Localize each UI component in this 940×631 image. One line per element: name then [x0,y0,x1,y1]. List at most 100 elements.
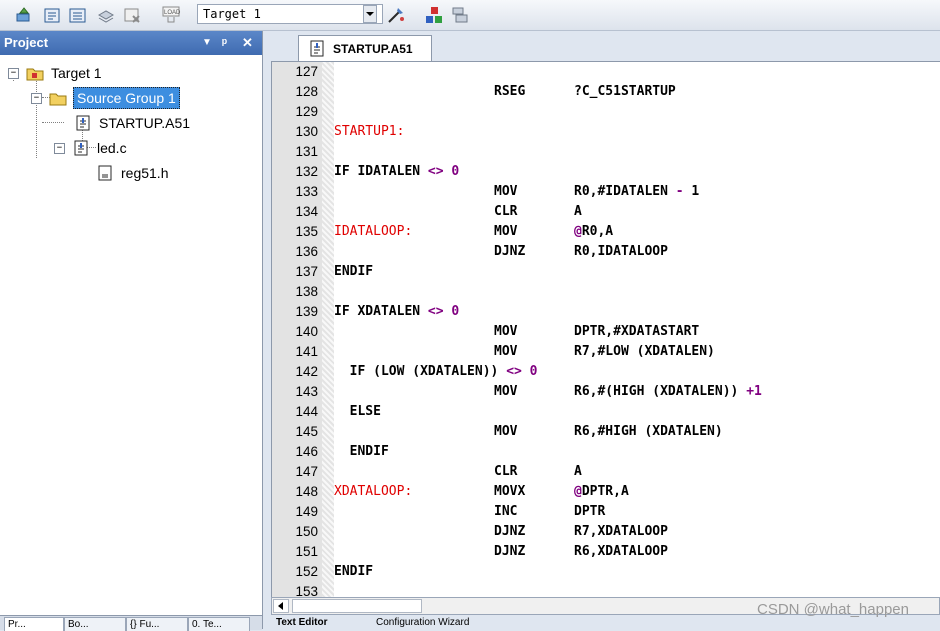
build-icon[interactable] [42,5,62,25]
code-label: ELSE [334,404,381,419]
code-label: IDATALOOP: [334,224,413,239]
line-number: 153 [295,584,318,598]
code-operand: R6,XDATALOOP [574,544,668,559]
editor-area: STARTUP.A51 127 128 RSEG ?C_C51STARTUP 129 13… [264,31,940,629]
code-line: 153 [272,582,932,598]
code-operand: R0,#IDATALEN - 1 [574,184,700,199]
code-mnemonic: RSEG [494,84,526,99]
manage-components-icon[interactable] [424,5,444,25]
toolbar: LOAD Target 1 [0,0,940,31]
target-options-icon[interactable] [386,5,406,25]
code-line: 129 [272,102,932,122]
code-line: 145 MOV R6,#HIGH (XDATALEN) [272,422,932,442]
code-line: 147 CLR A [272,462,932,482]
collapse-icon[interactable]: − [31,93,42,104]
stop-build-icon[interactable] [122,5,142,25]
line-number: 127 [295,64,318,79]
c-file-icon [74,140,88,156]
code-label: ENDIF [334,564,374,579]
code-mnemonic: MOV [494,224,518,239]
code-line: 132 IF IDATALEN <> 0 [272,162,932,182]
target-dropdown-button[interactable] [363,5,377,23]
target-icon [26,68,44,81]
code-operand: R7,XDATALOOP [574,524,668,539]
download-icon[interactable]: LOAD [161,5,181,25]
line-number: 151 [295,544,318,559]
code-mnemonic: INC [494,504,518,519]
line-number: 145 [295,424,318,439]
code-mnemonic: MOVX [494,484,526,499]
batch-build-icon[interactable] [96,5,116,25]
code-mnemonic: MOV [494,344,518,359]
rebuild-icon[interactable] [68,5,88,25]
code-line: 149 INC DPTR [272,502,932,522]
header-file-icon [98,165,112,181]
code-line: 136 DJNZ R0,IDATALOOP [272,242,932,262]
code-operand: A [574,464,582,479]
code-editor[interactable]: 127 128 RSEG ?C_C51STARTUP 129 130 STARTUP1: 13… [271,61,940,598]
code-line: 143 MOV R6,#(HIGH (XDATALEN)) +1 [272,382,932,402]
line-number: 142 [295,364,318,379]
select-packs-icon[interactable] [450,5,470,25]
code-label: IF (LOW (XDATALEN)) <> 0 [334,364,538,379]
tab-text-editor[interactable]: Text Editor [276,617,327,629]
code-mnemonic: DJNZ [494,244,526,259]
code-operand: R7,#LOW (XDATALEN) [574,344,715,359]
code-mnemonic: DJNZ [494,544,526,559]
code-line: 139 IF XDATALEN <> 0 [272,302,932,322]
line-number: 144 [295,404,318,419]
close-panel-icon[interactable]: ✕ [242,35,253,51]
collapse-icon[interactable]: − [54,143,65,154]
code-line: 138 [272,282,932,302]
code-label: STARTUP1: [334,124,405,139]
code-line: 137 ENDIF [272,262,932,282]
tab-configuration-wizard[interactable]: Configuration Wizard [376,617,469,629]
code-mnemonic: CLR [494,464,518,479]
code-mnemonic: MOV [494,184,518,199]
scroll-thumb[interactable] [292,599,422,613]
line-number: 147 [295,464,318,479]
tab-startup-a51[interactable]: STARTUP.A51 [298,35,432,61]
file-tab-label: STARTUP.A51 [333,42,413,56]
line-number: 143 [295,384,318,399]
svg-text:LOAD: LOAD [164,10,181,16]
pin-icon[interactable]: ᵖ [222,35,227,50]
code-line: 131 [272,142,932,162]
code-operand: DPTR [574,504,606,519]
code-operand: @DPTR,A [574,484,629,499]
code-label: ENDIF [334,264,374,279]
line-number: 152 [295,564,318,579]
translate-icon[interactable] [14,5,34,25]
asm-file-icon [76,115,90,131]
line-number: 140 [295,324,318,339]
project-panel-title: Project [4,35,49,50]
code-line: 144 ELSE [272,402,932,422]
code-line: 128 RSEG ?C_C51STARTUP [272,82,932,102]
code-operand: A [574,204,582,219]
watermark: CSDN @what_happen [757,601,909,618]
target-select[interactable]: Target 1 [197,4,383,24]
code-label: IF XDATALEN <> 0 [334,304,460,319]
tree-label: reg51.h [121,165,169,181]
code-mnemonic: DJNZ [494,524,526,539]
asm-file-icon [310,40,324,57]
code-line: 127 [272,62,932,82]
code-label: XDATALOOP: [334,484,413,499]
tree-label: STARTUP.A51 [99,115,191,131]
code-operand: R6,#(HIGH (XDATALEN)) +1 [574,384,762,399]
scroll-left-icon[interactable] [273,599,289,613]
line-number: 128 [295,84,318,99]
code-operand: ?C_C51STARTUP [574,84,676,99]
code-line: 135 IDATALOOP: MOV @R0,A [272,222,932,242]
code-line: 146 ENDIF [272,442,932,462]
code-line: 140 MOV DPTR,#XDATASTART [272,322,932,342]
line-number: 135 [295,224,318,239]
collapse-icon[interactable]: − [8,68,19,79]
line-number: 139 [295,304,318,319]
project-tree: − Target 1 − Source Group 1 STARTUP.A51 … [0,57,262,617]
code-label: ENDIF [334,444,389,459]
line-number: 130 [295,124,318,139]
line-number: 150 [295,524,318,539]
line-number: 133 [295,184,318,199]
panel-menu-icon[interactable]: ▼ [202,37,212,48]
